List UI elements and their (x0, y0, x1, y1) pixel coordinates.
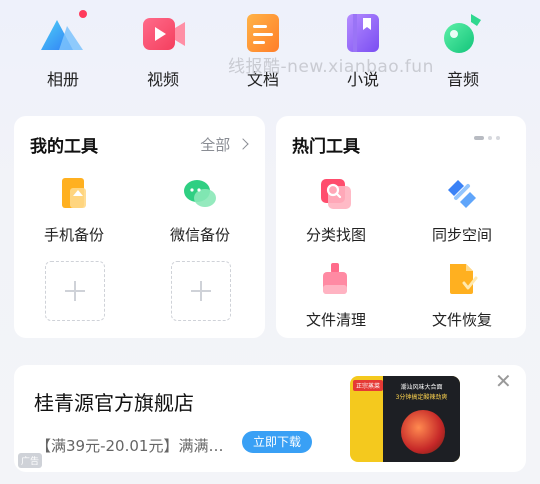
my-tools-card: 我的工具 全部 手机备份 微信备份 (14, 116, 265, 338)
category-label: 相册 (46, 70, 79, 89)
food-bowl-icon (401, 410, 445, 454)
tool-file-restore[interactable]: 文件恢复 (402, 261, 522, 330)
ad-image[interactable]: 正宗蒸菜 潮汕风味大合面 3分钟搞定酸辣劲爽 (350, 376, 460, 462)
ad-description: 【满39元-20.01元】满满… (36, 437, 224, 455)
tool-label: 文件清理 (305, 311, 366, 329)
category-album[interactable]: 相册 (13, 8, 113, 90)
tool-label: 微信备份 (169, 226, 230, 244)
category-label: 视频 (146, 70, 179, 89)
category-video[interactable]: 视频 (113, 8, 213, 90)
ad-image-dark-panel: 潮汕风味大合面 3分钟搞定酸辣劲爽 (383, 376, 460, 462)
hot-tools-title: 热门工具 (292, 137, 360, 157)
phone-backup-icon (56, 176, 92, 212)
audio-icon (437, 8, 489, 60)
tool-phone-backup[interactable]: 手机备份 (14, 176, 134, 245)
image-search-icon (318, 176, 354, 212)
add-tool-button[interactable] (45, 261, 105, 321)
category-audio[interactable]: 音频 (413, 8, 513, 90)
tool-sync-space[interactable]: 同步空间 (402, 176, 522, 245)
tool-label: 文件恢复 (431, 311, 492, 329)
category-document[interactable]: 文档 (213, 8, 313, 90)
tool-file-clean[interactable]: 文件清理 (276, 261, 396, 330)
watermark: 线报酷-new.xianbao.fun (228, 57, 434, 77)
tool-label: 手机备份 (43, 226, 104, 244)
close-icon[interactable]: ✕ (495, 369, 512, 393)
wechat-backup-icon (182, 176, 218, 212)
add-tool-button[interactable] (171, 261, 231, 321)
view-all-label: 全部 (200, 136, 231, 154)
download-button[interactable]: 立即下载 (242, 431, 312, 453)
tool-image-search[interactable]: 分类找图 (276, 176, 396, 245)
ad-title: 桂青源官方旗舰店 (34, 391, 194, 415)
ad-label: 广告 (18, 453, 43, 468)
tool-label: 分类找图 (305, 226, 366, 244)
tool-label: 同步空间 (431, 226, 492, 244)
my-tools-title: 我的工具 (30, 137, 98, 157)
chevron-right-icon (237, 138, 249, 150)
ad-card[interactable]: 桂青源官方旗舰店 【满39元-20.01元】满满… 立即下载 正宗蒸菜 潮汕风味… (14, 365, 526, 472)
tool-wechat-backup[interactable]: 微信备份 (140, 176, 260, 245)
category-bar: 相册 视频 文档 小说 音频 线报酷-new.xianbao.fun (0, 0, 540, 100)
ad-image-tag: 正宗蒸菜 (353, 380, 384, 391)
file-restore-icon (444, 261, 480, 297)
category-novel[interactable]: 小说 (313, 8, 413, 90)
page-indicator (474, 136, 500, 140)
sync-icon (444, 176, 480, 212)
ad-image-subline: 3分钟搞定酸辣劲爽 (395, 394, 448, 401)
video-icon (137, 8, 189, 60)
album-icon (37, 8, 89, 60)
file-clean-icon (318, 261, 354, 297)
hot-tools-card: 热门工具 分类找图 同步空间 文件清理 文件恢复 (276, 116, 526, 338)
ad-image-headline: 潮汕风味大合面 (400, 384, 443, 391)
view-all-link[interactable]: 全部 (200, 134, 249, 155)
